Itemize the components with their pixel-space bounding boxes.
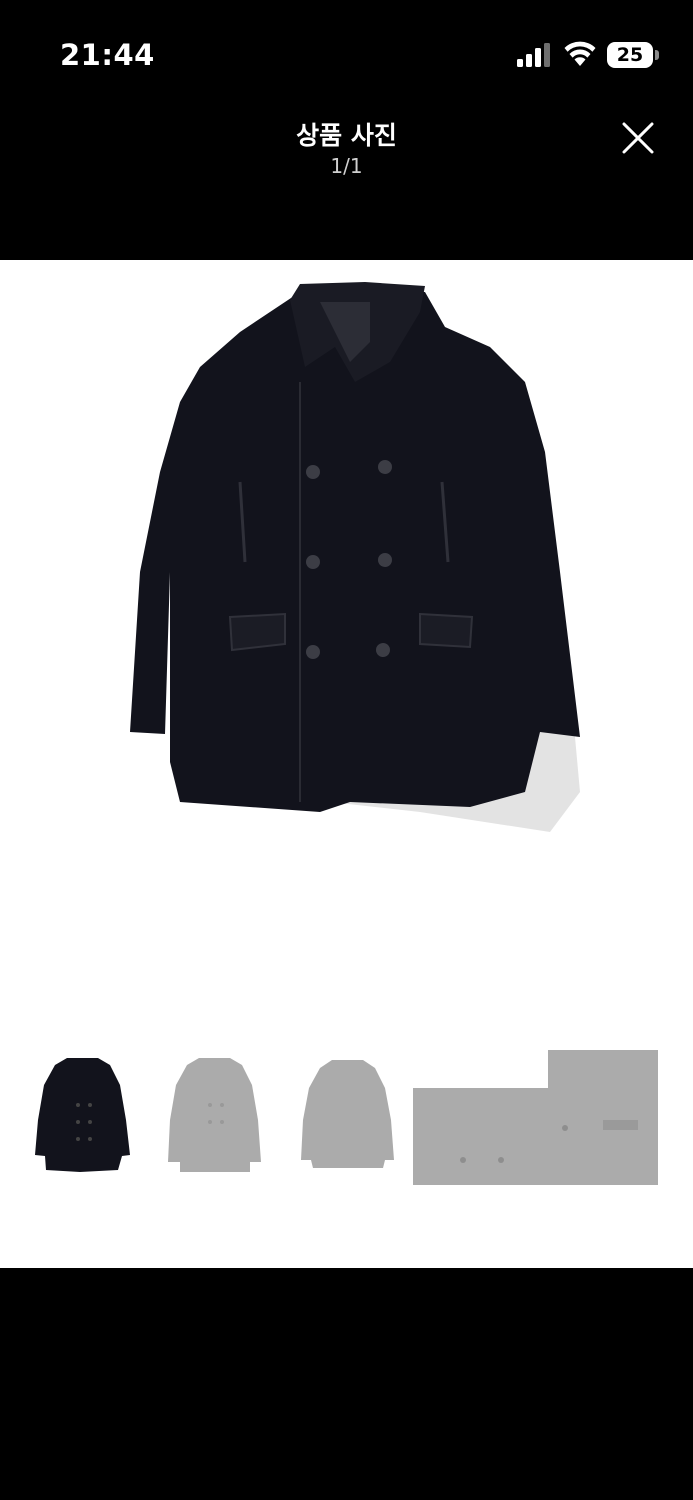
photo-viewer-screen: 21:44 25 상품 사진 1/1 — [0, 0, 693, 1500]
thumbnail-navy-coat[interactable] — [30, 1050, 135, 1180]
image-viewer — [0, 260, 693, 1268]
close-button[interactable] — [616, 116, 660, 160]
battery-level: 25 — [616, 44, 644, 66]
viewer-header: 상품 사진 1/1 — [0, 100, 693, 260]
thumbnail-coat-detail[interactable] — [413, 1050, 658, 1185]
battery-cap — [655, 50, 659, 60]
signal-icon — [517, 43, 550, 67]
status-time: 21:44 — [60, 38, 155, 72]
battery-icon: 25 — [607, 42, 659, 68]
image-counter: 1/1 — [330, 154, 363, 178]
wifi-icon — [564, 41, 596, 66]
thumbnail-coat-back[interactable] — [295, 1050, 400, 1180]
main-product-image[interactable] — [120, 272, 590, 842]
close-icon — [622, 122, 654, 154]
thumbnail-coat-front[interactable] — [162, 1050, 267, 1180]
status-bar: 21:44 25 — [0, 0, 693, 100]
page-title: 상품 사진 — [296, 121, 397, 150]
bottom-black-area — [0, 1268, 693, 1500]
